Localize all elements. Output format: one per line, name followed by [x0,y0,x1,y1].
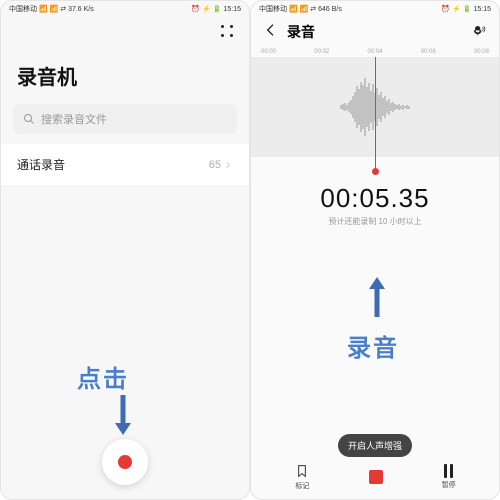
recording-header: 录音 [251,17,499,47]
record-button[interactable] [102,439,148,485]
page-title: 录音机 [1,17,249,104]
voice-mode-icon[interactable] [473,24,487,41]
annotation-record: 录音 [347,328,399,363]
recording-screen: 中国移动 📶 📶 ⇄ 646 B/s ⏰ ⚡ 🔋 15:15 录音 00:000… [250,0,500,500]
bookmark-icon [294,463,310,479]
voice-enhance-toast: 开启人声增强 [338,434,412,457]
row-label: 通话录音 [17,156,65,173]
back-arrow-icon [263,22,279,38]
stop-icon [369,470,383,484]
back-button[interactable] [263,22,279,43]
row-count: 65 [209,159,221,171]
chevron-right-icon [223,160,233,170]
playhead-icon [375,57,376,171]
menu-icon[interactable] [221,25,235,39]
search-placeholder: 搜索录音文件 [41,111,107,127]
remaining-hint: 预计还能录制 10 小时以上 [251,216,499,227]
record-dot-icon [118,455,132,469]
search-icon [23,113,35,125]
stop-button[interactable] [369,470,383,484]
annotation-click: 点击 [77,359,129,394]
arrow-down-icon [113,393,133,437]
search-input[interactable]: 搜索录音文件 [13,104,237,134]
arrow-up-icon [367,275,387,319]
status-bar: 中国移动 📶 📶 ⇄ 646 B/s ⏰ ⚡ 🔋 15:15 [251,1,499,17]
waveform [251,57,499,157]
recorder-list-screen: 中国移动 📶 📶 ⇄ 37.6 K/s ⏰ ⚡ 🔋 15:15 录音机 搜索录音… [0,0,250,500]
time-ruler: 00:0000:0200:0400:0600:08 [251,47,499,57]
mark-button[interactable]: 标记 [294,463,310,491]
timer-display: 00:05.35 [251,183,499,214]
call-recordings-row[interactable]: 通话录音 65 [1,144,249,185]
screen-title: 录音 [287,22,473,42]
status-bar: 中国移动 📶 📶 ⇄ 37.6 K/s ⏰ ⚡ 🔋 15:15 [1,1,249,17]
bottom-bar: 标记 暂停 [251,463,499,491]
pause-icon [444,464,453,478]
pause-button[interactable]: 暂停 [442,464,456,490]
